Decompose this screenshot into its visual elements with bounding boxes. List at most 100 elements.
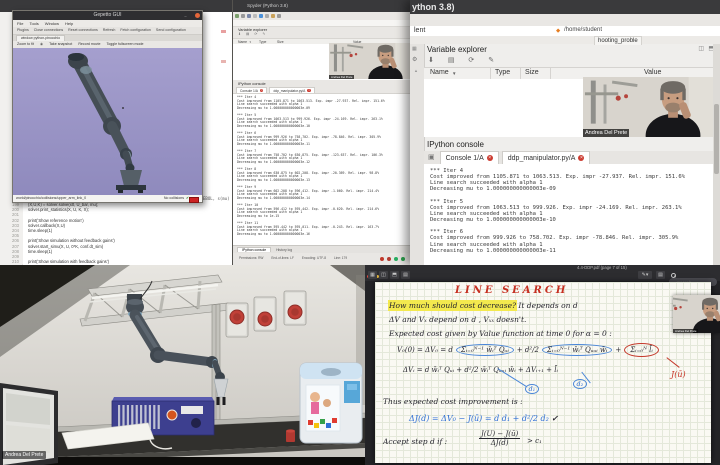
color-swatch[interactable] xyxy=(189,197,199,203)
zoom-icon[interactable]: ⬒ xyxy=(390,271,399,279)
toggle-fullscreen-button[interactable]: Toggle fullscreen mode xyxy=(106,41,143,48)
close-icon[interactable]: × xyxy=(260,89,264,93)
take-snapshot-button[interactable]: Take snapshot xyxy=(49,41,72,48)
webcam-overlay-board: Andrea Del Prete xyxy=(673,295,720,333)
refresh-icon[interactable]: ⟳ xyxy=(468,57,480,64)
spyder-main-toolbar[interactable] xyxy=(235,13,283,19)
close-icon[interactable]: × xyxy=(307,89,311,93)
console-output[interactable]: *** Iter 4 Cost improved from 1105.871 t… xyxy=(424,164,720,269)
save-icon[interactable]: ▤ xyxy=(246,32,251,36)
toolbar-button[interactable]: Fetch configuration xyxy=(120,27,151,34)
edit-icon[interactable]: ✎ xyxy=(262,32,267,36)
tab-history-log[interactable]: History log xyxy=(272,248,296,252)
terminal-icon[interactable]: ▣ xyxy=(424,151,437,164)
import-icon[interactable]: ⬇ xyxy=(428,57,440,64)
menu-item[interactable]: Help xyxy=(65,20,73,27)
edit-icon[interactable]: ✎ xyxy=(488,57,500,64)
caret-icon[interactable]: ▲ xyxy=(414,68,418,73)
iteration-block: *** Iter 5 Cost improved from 1063.513 t… xyxy=(237,114,423,129)
gepetto-menubar[interactable]: File Tools Window Help xyxy=(13,20,202,27)
iteration-block: *** Iter 4 Cost improved from 1105.871 t… xyxy=(430,168,720,193)
toolbar-icon[interactable] xyxy=(265,14,269,18)
editor-scroll-marker xyxy=(221,60,226,63)
toolbar-icon[interactable] xyxy=(259,14,263,18)
tab-console[interactable]: Console 1/A × xyxy=(440,151,499,164)
working-directory[interactable]: /home/student xyxy=(564,27,602,33)
eq1-sum1-circled: Σᵢ₌₀ᴺ⁻¹ w̄ᵢᵀ Qᵤᵢ xyxy=(456,344,514,356)
column-size[interactable]: Size xyxy=(525,69,539,76)
status-item: Encoding: UTF-8 xyxy=(302,253,326,265)
menu-item[interactable]: Window xyxy=(45,20,59,27)
lab-video-frame: Andrea Del Prete xyxy=(0,265,365,465)
refresh-icon[interactable]: ⟳ xyxy=(254,32,259,36)
close-icon[interactable]: × xyxy=(487,155,493,161)
share-icon[interactable] xyxy=(394,257,398,261)
record-movie-button[interactable]: Record movie xyxy=(78,41,100,48)
menu-item[interactable]: File xyxy=(17,20,23,27)
meeting-controls[interactable] xyxy=(380,257,405,261)
code-text: ) xyxy=(113,238,114,243)
webcam-overlay-large: Andrea Del Prete xyxy=(583,77,720,137)
scrollbar-track[interactable] xyxy=(713,44,720,265)
sidebar-toggle-icon[interactable]: ▦ xyxy=(368,271,377,279)
d1-circled: d₁ xyxy=(525,384,539,394)
pen-tool-icon[interactable]: ✎▾ xyxy=(638,271,652,279)
toolbar-icon[interactable] xyxy=(241,14,245,18)
split-icon[interactable]: ◫ xyxy=(698,45,704,52)
gepetto-view-toolbar[interactable]: Zoom to fit ◉ Take snapshot Record movie… xyxy=(13,41,202,48)
toolbar-button[interactable]: Reset connections xyxy=(68,27,98,34)
minimize-icon[interactable]: – xyxy=(183,13,188,18)
delta-eq-text: ΔJ(d) = ΔV₀ − J(ū) = d d₁ + d²/2 d₂ xyxy=(409,414,549,423)
column-value[interactable]: Value xyxy=(644,69,661,76)
code-line: 210print('Show simulation with feedback … xyxy=(0,259,232,264)
selection-path: world/pinocchio/collisions/upper_arm_lin… xyxy=(16,195,86,202)
column-type[interactable]: Type xyxy=(495,69,510,76)
toolbar-icon[interactable] xyxy=(247,14,251,18)
toolbar-button[interactable]: Send configuration xyxy=(156,27,186,34)
gepetto-toolbar[interactable]: Plugins Close connections Reset connection… xyxy=(13,27,202,35)
close-icon[interactable] xyxy=(195,13,200,18)
code-text: print( xyxy=(23,259,38,264)
highlighter-icon[interactable]: ▤ xyxy=(656,271,665,279)
toolbar-icon[interactable] xyxy=(277,14,281,18)
webcam-name-label: Andrea Del Prete xyxy=(583,129,629,137)
list-icon[interactable]: ▤ xyxy=(401,271,410,279)
mic-icon[interactable] xyxy=(380,257,384,261)
scrollbar-thumb[interactable] xyxy=(714,104,719,174)
tab-file[interactable]: ddp_manipulator.py/A × xyxy=(502,151,591,164)
camera-icon[interactable]: ◉ xyxy=(40,41,43,48)
variable-explorer-toolbar[interactable]: ⬇ ▤ ⟳ ✎ xyxy=(238,32,267,36)
editor-code-lines[interactable]: 199(X,U,K) = solver.solve(x0, U_bar, mu)… xyxy=(0,202,232,264)
board-delta-j-equation: ΔJ(d) = ΔV₀ − J(ū) = d d₁ + d²/2 d₂ ✓ xyxy=(409,413,558,423)
gear-icon[interactable]: ⚙ xyxy=(412,56,417,63)
page-view-icon[interactable]: ◫ xyxy=(379,271,388,279)
gepetto-titlebar[interactable]: Gepetto GUI – xyxy=(13,11,202,20)
spyder-titlebar[interactable]: Spyder (Python 3.8) xyxy=(233,0,421,12)
toolbar-icon[interactable] xyxy=(253,14,257,18)
gepetto-3d-viewport[interactable] xyxy=(13,48,202,195)
toolbar-button[interactable]: Refresh xyxy=(103,27,116,34)
save-icon[interactable]: ▤ xyxy=(448,57,461,64)
toolbar-button[interactable]: Plugins xyxy=(17,27,29,34)
toolbar-icon[interactable] xyxy=(235,14,239,18)
camera-off-icon[interactable] xyxy=(387,257,391,261)
iter-mu: Decreasing mu to 1.000000000000003e-09 xyxy=(237,107,423,111)
console-output[interactable]: *** Iter 4 Cost improved from 1105.871 t… xyxy=(233,93,423,248)
j-ubar-label: J(ū) xyxy=(671,370,686,379)
zoom-to-fit-button[interactable]: Zoom to fit xyxy=(17,41,34,48)
menu-item[interactable]: Tools xyxy=(29,20,38,27)
red-connector xyxy=(666,357,679,368)
participants-icon[interactable] xyxy=(401,257,405,261)
board-question-highlighted: How much should cost decrease? xyxy=(389,301,516,310)
toolbar-icon[interactable] xyxy=(271,14,275,18)
toolbar-button[interactable]: Close connections xyxy=(34,27,63,34)
column-name[interactable]: Name xyxy=(430,69,449,76)
variable-explorer-toolbar[interactable]: ⬇ ▤ ⟳ ✎ xyxy=(428,56,500,64)
close-icon[interactable]: × xyxy=(578,155,584,161)
red-cup xyxy=(286,429,295,442)
editor-tab-fragment[interactable]: hooting_proble xyxy=(594,36,642,45)
tab-ipython-console[interactable]: IPython console xyxy=(237,247,271,252)
import-icon[interactable]: ⬇ xyxy=(238,32,243,36)
notes-page[interactable]: LINE SEARCH How much should cost decreas… xyxy=(375,282,711,463)
panes-icon[interactable]: ▦ xyxy=(412,46,417,52)
